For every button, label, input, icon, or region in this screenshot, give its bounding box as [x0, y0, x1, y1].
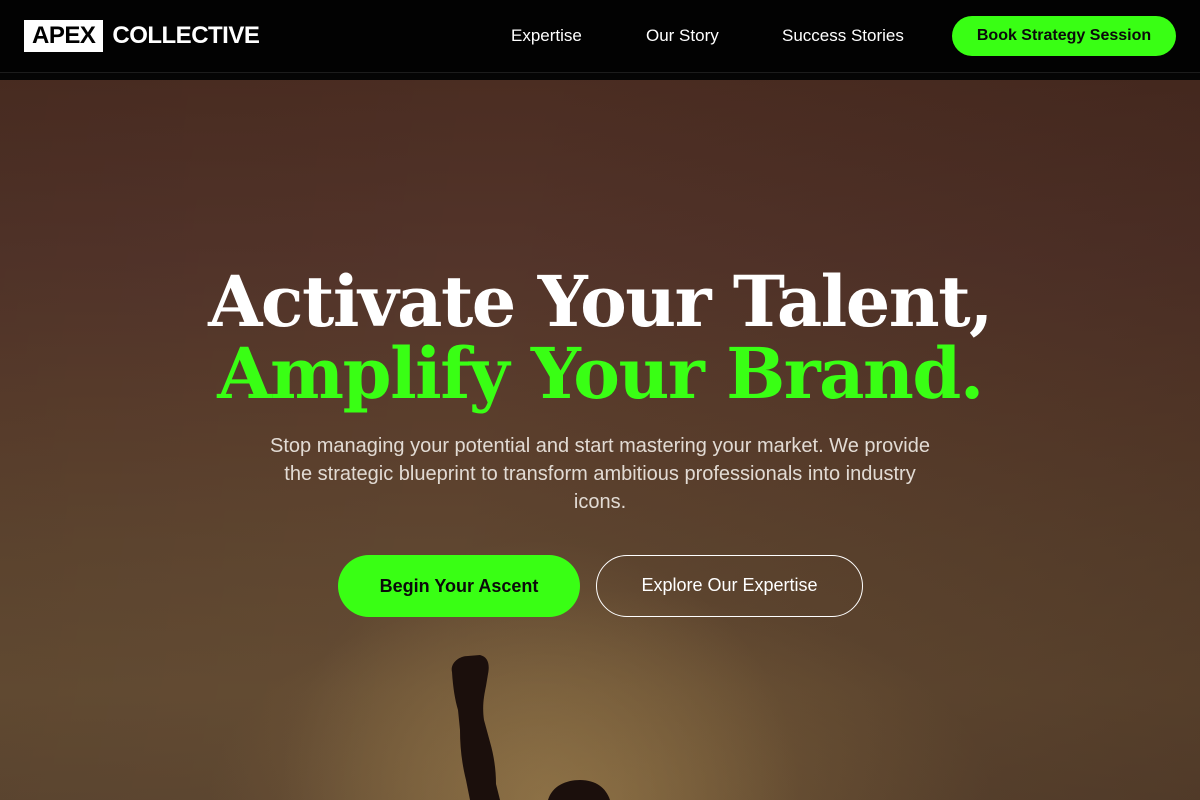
begin-your-ascent-button[interactable]: Begin Your Ascent: [338, 555, 580, 617]
book-strategy-session-button[interactable]: Book Strategy Session: [952, 16, 1176, 56]
explore-our-expertise-button[interactable]: Explore Our Expertise: [596, 555, 863, 617]
logo-box-text: APEX: [24, 20, 104, 52]
nav-link-our-story[interactable]: Our Story: [646, 26, 719, 46]
nav-link-success-stories[interactable]: Success Stories: [782, 26, 904, 46]
top-navbar: APEX COLLECTIVE Expertise Our Story Succ…: [0, 0, 1200, 73]
navbar-divider: [0, 73, 1200, 80]
logo-wordmark: COLLECTIVE: [112, 22, 260, 49]
nav-link-expertise[interactable]: Expertise: [511, 26, 582, 46]
hero-subtext: Stop managing your potential and start m…: [270, 435, 930, 513]
hero-section: Activate Your Talent, Amplify Your Brand…: [0, 80, 1200, 800]
hero-headline: Activate Your Talent, Amplify Your Brand…: [0, 266, 1200, 410]
headline-line-1: Activate Your Talent,: [208, 260, 993, 343]
brand-logo[interactable]: APEX COLLECTIVE: [24, 20, 260, 52]
headline-line-2: Amplify Your Brand.: [217, 332, 984, 415]
